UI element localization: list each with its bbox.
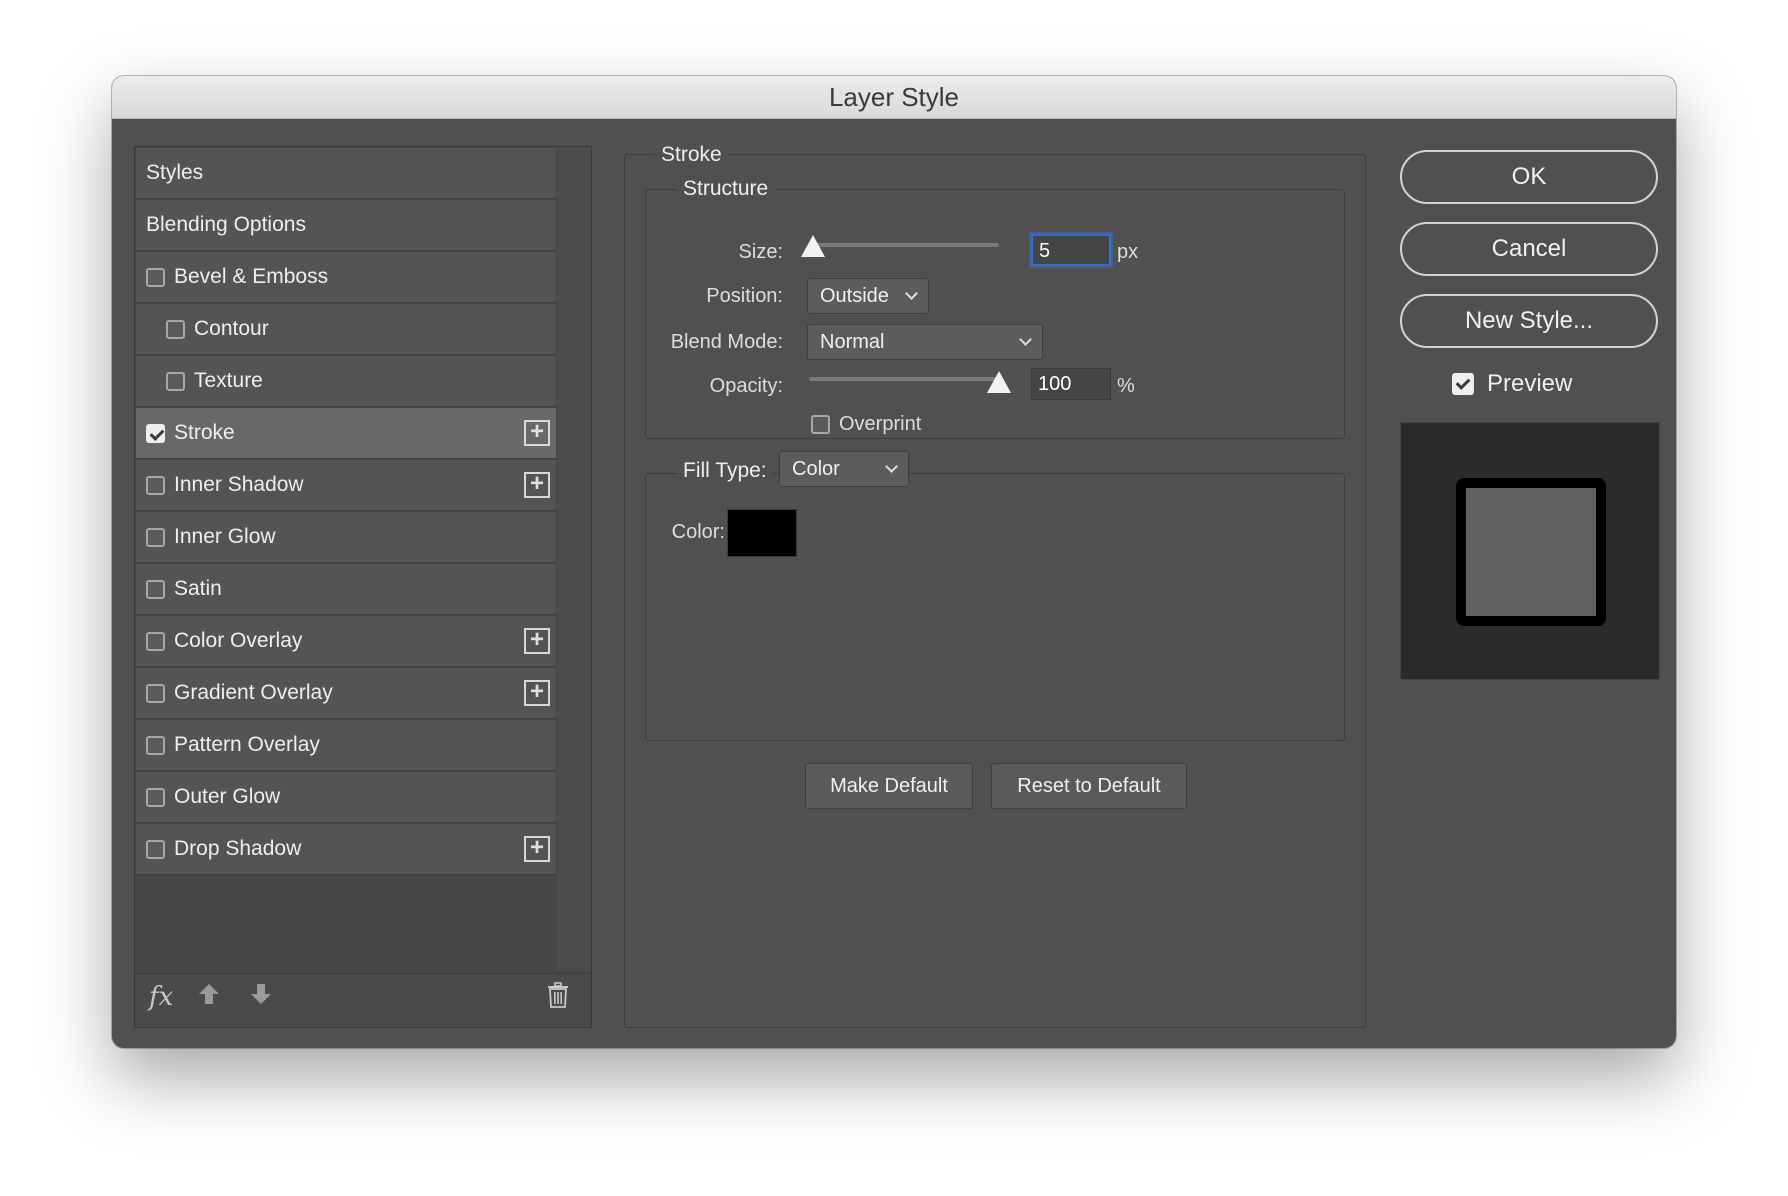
preview-shape	[1456, 478, 1606, 626]
position-dropdown[interactable]: Outside	[807, 278, 929, 314]
opacity-unit: %	[1117, 375, 1135, 397]
preview-checkbox-row[interactable]: Preview	[1452, 370, 1572, 398]
cancel-button[interactable]: Cancel	[1400, 222, 1658, 276]
ok-button[interactable]: OK	[1400, 150, 1658, 204]
style-checkbox[interactable]	[146, 839, 165, 859]
style-item-bevel-emboss[interactable]: Bevel & Emboss	[136, 252, 556, 303]
style-item-label: Satin	[174, 577, 222, 600]
style-item-gradient-overlay[interactable]: Gradient Overlay +	[136, 668, 556, 719]
style-checkbox[interactable]	[146, 579, 165, 599]
overprint-checkbox-row[interactable]: Overprint	[811, 413, 921, 436]
style-checkbox[interactable]	[146, 683, 165, 703]
chevron-down-icon	[1019, 333, 1032, 346]
style-checkbox[interactable]	[146, 423, 165, 443]
chevron-down-icon	[885, 460, 898, 473]
style-item-inner-shadow[interactable]: Inner Shadow +	[136, 460, 556, 511]
styles-list-scrollbar[interactable]	[557, 147, 591, 971]
layer-style-dialog: Layer Style Styles Blending Options Bevel …	[112, 76, 1676, 1048]
style-item-contour[interactable]: Contour	[136, 304, 556, 355]
blend-mode-label: Blend Mode:	[670, 331, 783, 353]
add-effect-icon[interactable]: +	[524, 836, 550, 862]
style-item-pattern-overlay[interactable]: Pattern Overlay	[136, 720, 556, 771]
style-item-satin[interactable]: Satin	[136, 564, 556, 615]
style-checkbox[interactable]	[166, 371, 185, 391]
fx-menu-icon[interactable]: fx	[149, 982, 173, 1012]
style-item-label: Styles	[146, 161, 204, 184]
opacity-label: Opacity:	[709, 375, 783, 397]
reset-to-default-button[interactable]: Reset to Default	[991, 763, 1187, 809]
size-input[interactable]: 5	[1031, 234, 1111, 266]
position-label: Position:	[706, 285, 783, 307]
overprint-label: Overprint	[839, 413, 922, 435]
stroke-settings-panel: Stroke Structure Size: 5 px Position: Ou…	[624, 143, 1366, 1028]
trash-icon[interactable]	[547, 982, 569, 1015]
blend-mode-dropdown[interactable]: Normal	[807, 324, 1043, 360]
style-checkbox[interactable]	[146, 527, 165, 547]
move-up-icon[interactable]	[197, 982, 221, 1013]
style-item-label: Stroke	[174, 421, 235, 444]
size-slider-thumb[interactable]	[800, 235, 825, 257]
style-item-label: Texture	[194, 369, 263, 392]
add-effect-icon[interactable]: +	[524, 420, 550, 446]
style-item-stroke[interactable]: Stroke +	[136, 408, 556, 459]
preview-checkbox[interactable]	[1452, 373, 1474, 395]
style-item-color-overlay[interactable]: Color Overlay +	[136, 616, 556, 667]
style-item-blending-options[interactable]: Blending Options	[136, 200, 556, 251]
preview-thumbnail	[1400, 422, 1660, 680]
opacity-slider-thumb[interactable]	[987, 371, 1011, 393]
move-down-icon[interactable]	[249, 982, 273, 1013]
add-effect-icon[interactable]: +	[524, 680, 550, 706]
structure-group	[645, 189, 1345, 439]
fill-type-dropdown[interactable]: Color	[779, 451, 909, 487]
overprint-checkbox[interactable]	[811, 415, 830, 434]
add-effect-icon[interactable]: +	[524, 628, 550, 654]
color-label: Color:	[671, 521, 725, 543]
style-item-label: Color Overlay	[174, 629, 303, 652]
style-checkbox[interactable]	[166, 319, 185, 339]
styles-list-footer: fx	[135, 973, 591, 1027]
size-slider-track[interactable]	[809, 243, 999, 247]
style-item-label: Drop Shadow	[174, 837, 302, 860]
dialog-title: Layer Style	[112, 76, 1676, 119]
style-item-texture[interactable]: Texture	[136, 356, 556, 407]
style-item-outer-glow[interactable]: Outer Glow	[136, 772, 556, 823]
new-style-button[interactable]: New Style...	[1400, 294, 1658, 348]
style-checkbox[interactable]	[146, 631, 165, 651]
style-item-label: Bevel & Emboss	[174, 265, 329, 288]
blend-mode-value: Normal	[820, 331, 885, 353]
fill-type-value: Color	[792, 458, 840, 480]
style-item-label: Inner Shadow	[174, 473, 304, 496]
add-effect-icon[interactable]: +	[524, 472, 550, 498]
style-item-drop-shadow[interactable]: Drop Shadow +	[136, 824, 556, 875]
style-item-label: Inner Glow	[174, 525, 276, 548]
opacity-input[interactable]: 100	[1031, 368, 1111, 400]
stroke-section-title: Stroke	[655, 143, 728, 167]
style-item-label: Outer Glow	[174, 785, 281, 808]
preview-label: Preview	[1487, 370, 1573, 397]
style-item-label: Contour	[194, 317, 269, 340]
stroke-color-swatch[interactable]	[727, 509, 797, 557]
position-value: Outside	[820, 285, 889, 307]
style-checkbox[interactable]	[146, 735, 165, 755]
opacity-slider-track[interactable]	[809, 377, 999, 381]
style-item-styles[interactable]: Styles	[136, 148, 556, 199]
style-item-label: Gradient Overlay	[174, 681, 333, 704]
style-checkbox[interactable]	[146, 787, 165, 807]
size-unit: px	[1117, 241, 1139, 263]
styles-list-panel: Styles Blending Options Bevel & Emboss Cont…	[134, 146, 592, 1028]
style-item-label: Blending Options	[146, 213, 306, 236]
style-item-label: Pattern Overlay	[174, 733, 320, 756]
style-checkbox[interactable]	[146, 267, 165, 287]
size-label: Size:	[738, 241, 783, 263]
chevron-down-icon	[905, 287, 918, 300]
style-item-inner-glow[interactable]: Inner Glow	[136, 512, 556, 563]
make-default-button[interactable]: Make Default	[805, 763, 973, 809]
style-checkbox[interactable]	[146, 475, 165, 495]
fill-type-label: Fill Type:	[677, 459, 773, 483]
structure-title: Structure	[677, 177, 775, 201]
